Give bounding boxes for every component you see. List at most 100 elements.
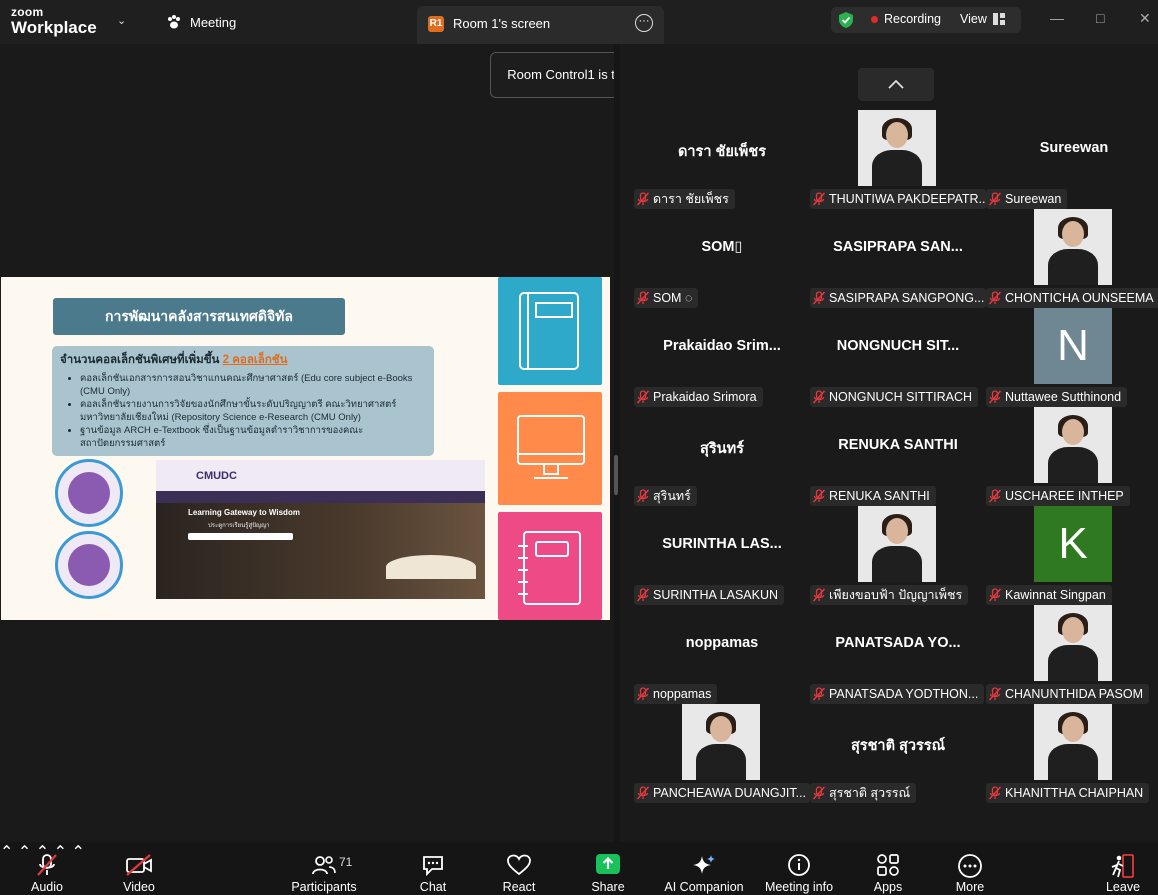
- microphone-muted-icon: [636, 489, 650, 503]
- microphone-muted-icon: [988, 786, 1002, 800]
- participant-name: CHONTICHA OUNSEEMA: [1005, 291, 1154, 305]
- microphone-muted-icon: [812, 687, 826, 701]
- scroll-up-button[interactable]: [858, 68, 934, 101]
- slide-bullet: คอลเล็กชันรายงานการวิจัยของนักศึกษาขั้นร…: [80, 398, 426, 424]
- web-hero-subtitle: ประตูการเรียนรู้สู่ปัญญา: [208, 523, 270, 529]
- share-label: Share: [591, 880, 625, 894]
- monitor-icon: [517, 415, 585, 479]
- recording-dot-icon: [871, 15, 878, 23]
- participant-display-name: ดารา ชัยเพ็ชร: [678, 144, 766, 160]
- participant-name: PANCHEAWA DUANGJIT...: [653, 786, 807, 800]
- more-label: More: [955, 880, 985, 894]
- microphone-muted-icon: [812, 786, 826, 800]
- notebook-tile: [498, 512, 602, 620]
- participant-tile[interactable]: CHANUNTHIDA PASOM: [986, 605, 1158, 704]
- meeting-label: Meeting: [190, 14, 237, 30]
- participant-tile[interactable]: CHONTICHA OUNSEEMA: [986, 209, 1158, 308]
- room-screen-tab[interactable]: R1 Room 1's screen ···: [417, 6, 664, 44]
- microphone-muted-icon: [636, 390, 650, 404]
- participant-tile[interactable]: K Kawinnat Singpan: [986, 506, 1158, 605]
- slide-heading: จำนวนคอลเล็กชันพิเศษที่เพิ่มขึ้น 2 คอลเล…: [60, 351, 426, 369]
- participant-tile[interactable]: RENUKA SANTHI RENUKA SANTHI: [810, 407, 986, 506]
- sparkle-icon: [693, 855, 715, 874]
- participant-tile[interactable]: THUNTIWA PAKDEEPATR...: [810, 110, 986, 209]
- more-button[interactable]: More: [948, 842, 992, 895]
- participant-tile[interactable]: ดารา ชัยเพ็ชร ดารา ชัยเพ็ชร: [634, 110, 810, 209]
- participant-video: [1034, 407, 1112, 483]
- participant-tile[interactable]: SOM▯ SOM ◌: [634, 209, 810, 308]
- participant-tile[interactable]: Sureewan Sureewan: [986, 110, 1158, 209]
- participant-tile[interactable]: PANATSADA YO... PANATSADA YODTHON...: [810, 605, 986, 704]
- info-icon: [788, 854, 810, 876]
- chat-button[interactable]: Chat: [410, 842, 456, 895]
- share-button[interactable]: Share: [584, 842, 632, 895]
- audio-options-chevron-icon[interactable]: ⌃: [0, 844, 13, 861]
- participant-tile[interactable]: KHANITTHA CHAIPHAN: [986, 704, 1158, 803]
- participant-tile[interactable]: USCHAREE INTHEP: [986, 407, 1158, 506]
- participant-tile[interactable]: Prakaidao Srim... Prakaidao Srimora: [634, 308, 810, 407]
- microphone-muted-icon: [988, 390, 1002, 404]
- participant-tile[interactable]: noppamas noppamas: [634, 605, 810, 704]
- monitor-tile: [498, 392, 602, 505]
- meeting-tab[interactable]: Meeting: [166, 14, 236, 30]
- participant-name-label: เพียงขอบฟ้า ปัญญาเพ็ชร: [810, 585, 969, 605]
- participant-tile[interactable]: เพียงขอบฟ้า ปัญญาเพ็ชร: [810, 506, 986, 605]
- microphone-muted-icon: [636, 588, 650, 602]
- camera-off-icon: [126, 854, 152, 876]
- video-label: Video: [123, 880, 155, 894]
- participant-tile[interactable]: N Nuttawee Sutthinond: [986, 308, 1158, 407]
- participant-name: เพียงขอบฟ้า ปัญญาเพ็ชร: [829, 588, 963, 602]
- participant-name-label: THUNTIWA PAKDEEPATR...: [810, 189, 986, 209]
- grid-view-icon: [992, 13, 1005, 25]
- participant-name-label: USCHAREE INTHEP: [986, 486, 1130, 506]
- participant-name-label: CHANUNTHIDA PASOM: [986, 684, 1149, 704]
- microphone-muted-icon: [636, 687, 650, 701]
- participant-tile[interactable]: SURINTHA LAS... SURINTHA LASAKUN: [634, 506, 810, 605]
- video-button[interactable]: Video: [114, 842, 164, 895]
- microphone-muted-icon: [636, 192, 650, 206]
- minimize-icon[interactable]: —: [1050, 10, 1064, 26]
- paw-icon: [168, 15, 180, 29]
- participant-name: RENUKA SANTHI: [829, 489, 930, 503]
- react-options-chevron-icon[interactable]: ⌃: [71, 844, 84, 861]
- slide-bullet: ฐานข้อมูล ARCH e-Textbook ซึ่งเป็นฐานข้อ…: [80, 424, 426, 450]
- meeting-info-button[interactable]: Meeting info: [764, 842, 834, 895]
- shield-icon[interactable]: [837, 11, 855, 29]
- leave-button[interactable]: Leave: [1100, 842, 1146, 895]
- chevron-up-icon: [888, 79, 904, 89]
- microphone-muted-icon: [988, 588, 1002, 602]
- participant-tile[interactable]: PANCHEAWA DUANGJIT...: [634, 704, 810, 803]
- more-options-icon[interactable]: ···: [635, 14, 653, 32]
- view-button[interactable]: View: [960, 12, 1005, 26]
- participant-name-label: ดารา ชัยเพ็ชร: [634, 189, 735, 209]
- resize-handle[interactable]: [614, 455, 618, 495]
- participant-name: Prakaidao Srimora: [653, 390, 757, 404]
- close-icon[interactable]: ✕: [1139, 10, 1151, 27]
- participant-name-label: Kawinnat Singpan: [986, 585, 1112, 605]
- participant-name-label: noppamas: [634, 684, 718, 704]
- recording-indicator[interactable]: Recording: [871, 12, 941, 26]
- leave-icon: [1111, 854, 1134, 878]
- participant-tile[interactable]: สุรชาติ สุวรรณ์ สุรชาติ สุวรรณ์: [810, 704, 986, 803]
- microphone-muted-icon: [636, 291, 650, 305]
- participant-name-label: SURINTHA LASAKUN: [634, 585, 785, 605]
- react-button[interactable]: React: [496, 842, 542, 895]
- participant-tile[interactable]: สุรินทร์ สุรินทร์: [634, 407, 810, 506]
- participants-count: 71: [339, 855, 353, 869]
- audio-button[interactable]: Audio: [22, 842, 72, 895]
- participant-display-name: SURINTHA LAS...: [662, 536, 782, 552]
- slide-bullet: คอลเล็กชันเอกสารการสอนวิชาแกนคณะศึกษาศาส…: [80, 372, 426, 398]
- apps-button[interactable]: Apps: [866, 842, 910, 895]
- heart-icon: [507, 854, 531, 876]
- participant-tile[interactable]: SASIPRAPA SAN... SASIPRAPA SANGPONG...: [810, 209, 986, 308]
- website-screenshot: CMUDC Learning Gateway to Wisdom ประตูกา…: [156, 460, 485, 599]
- ai-companion-button[interactable]: AI Companion: [664, 842, 744, 895]
- slide-heading-text: จำนวนคอลเล็กชันพิเศษที่เพิ่มขึ้น: [60, 354, 220, 366]
- participant-name-label: SOM ◌: [634, 288, 699, 308]
- chevron-down-icon[interactable]: ⌄: [117, 14, 126, 27]
- maximize-icon[interactable]: □: [1096, 10, 1104, 26]
- participant-name: noppamas: [653, 687, 712, 701]
- participant-name-label: Nuttawee Sutthinond: [986, 387, 1128, 407]
- participant-tile[interactable]: NONGNUCH SIT... NONGNUCH SITTIRACH: [810, 308, 986, 407]
- apps-icon: [877, 854, 899, 876]
